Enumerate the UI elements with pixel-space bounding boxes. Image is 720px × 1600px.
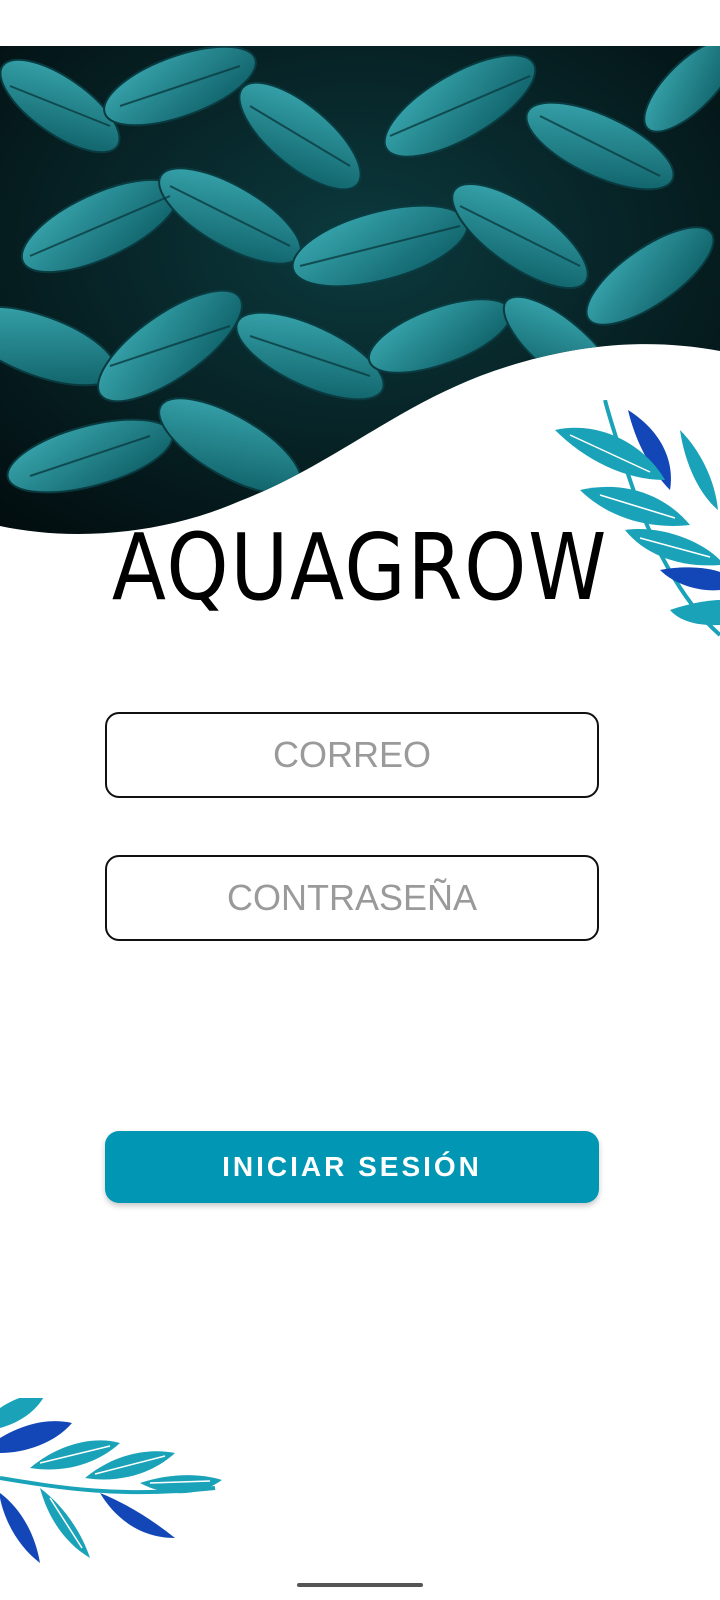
email-field[interactable] bbox=[105, 712, 599, 798]
password-field[interactable] bbox=[105, 855, 599, 941]
email-input[interactable] bbox=[107, 713, 597, 797]
home-indicator[interactable] bbox=[297, 1583, 423, 1587]
decorative-leaf-bottom-left bbox=[0, 1394, 230, 1568]
status-bar bbox=[0, 0, 720, 46]
app-title: AQUAGROW bbox=[111, 514, 609, 621]
password-input[interactable] bbox=[107, 856, 597, 940]
login-button[interactable]: INICIAR SESIÓN bbox=[105, 1131, 599, 1203]
